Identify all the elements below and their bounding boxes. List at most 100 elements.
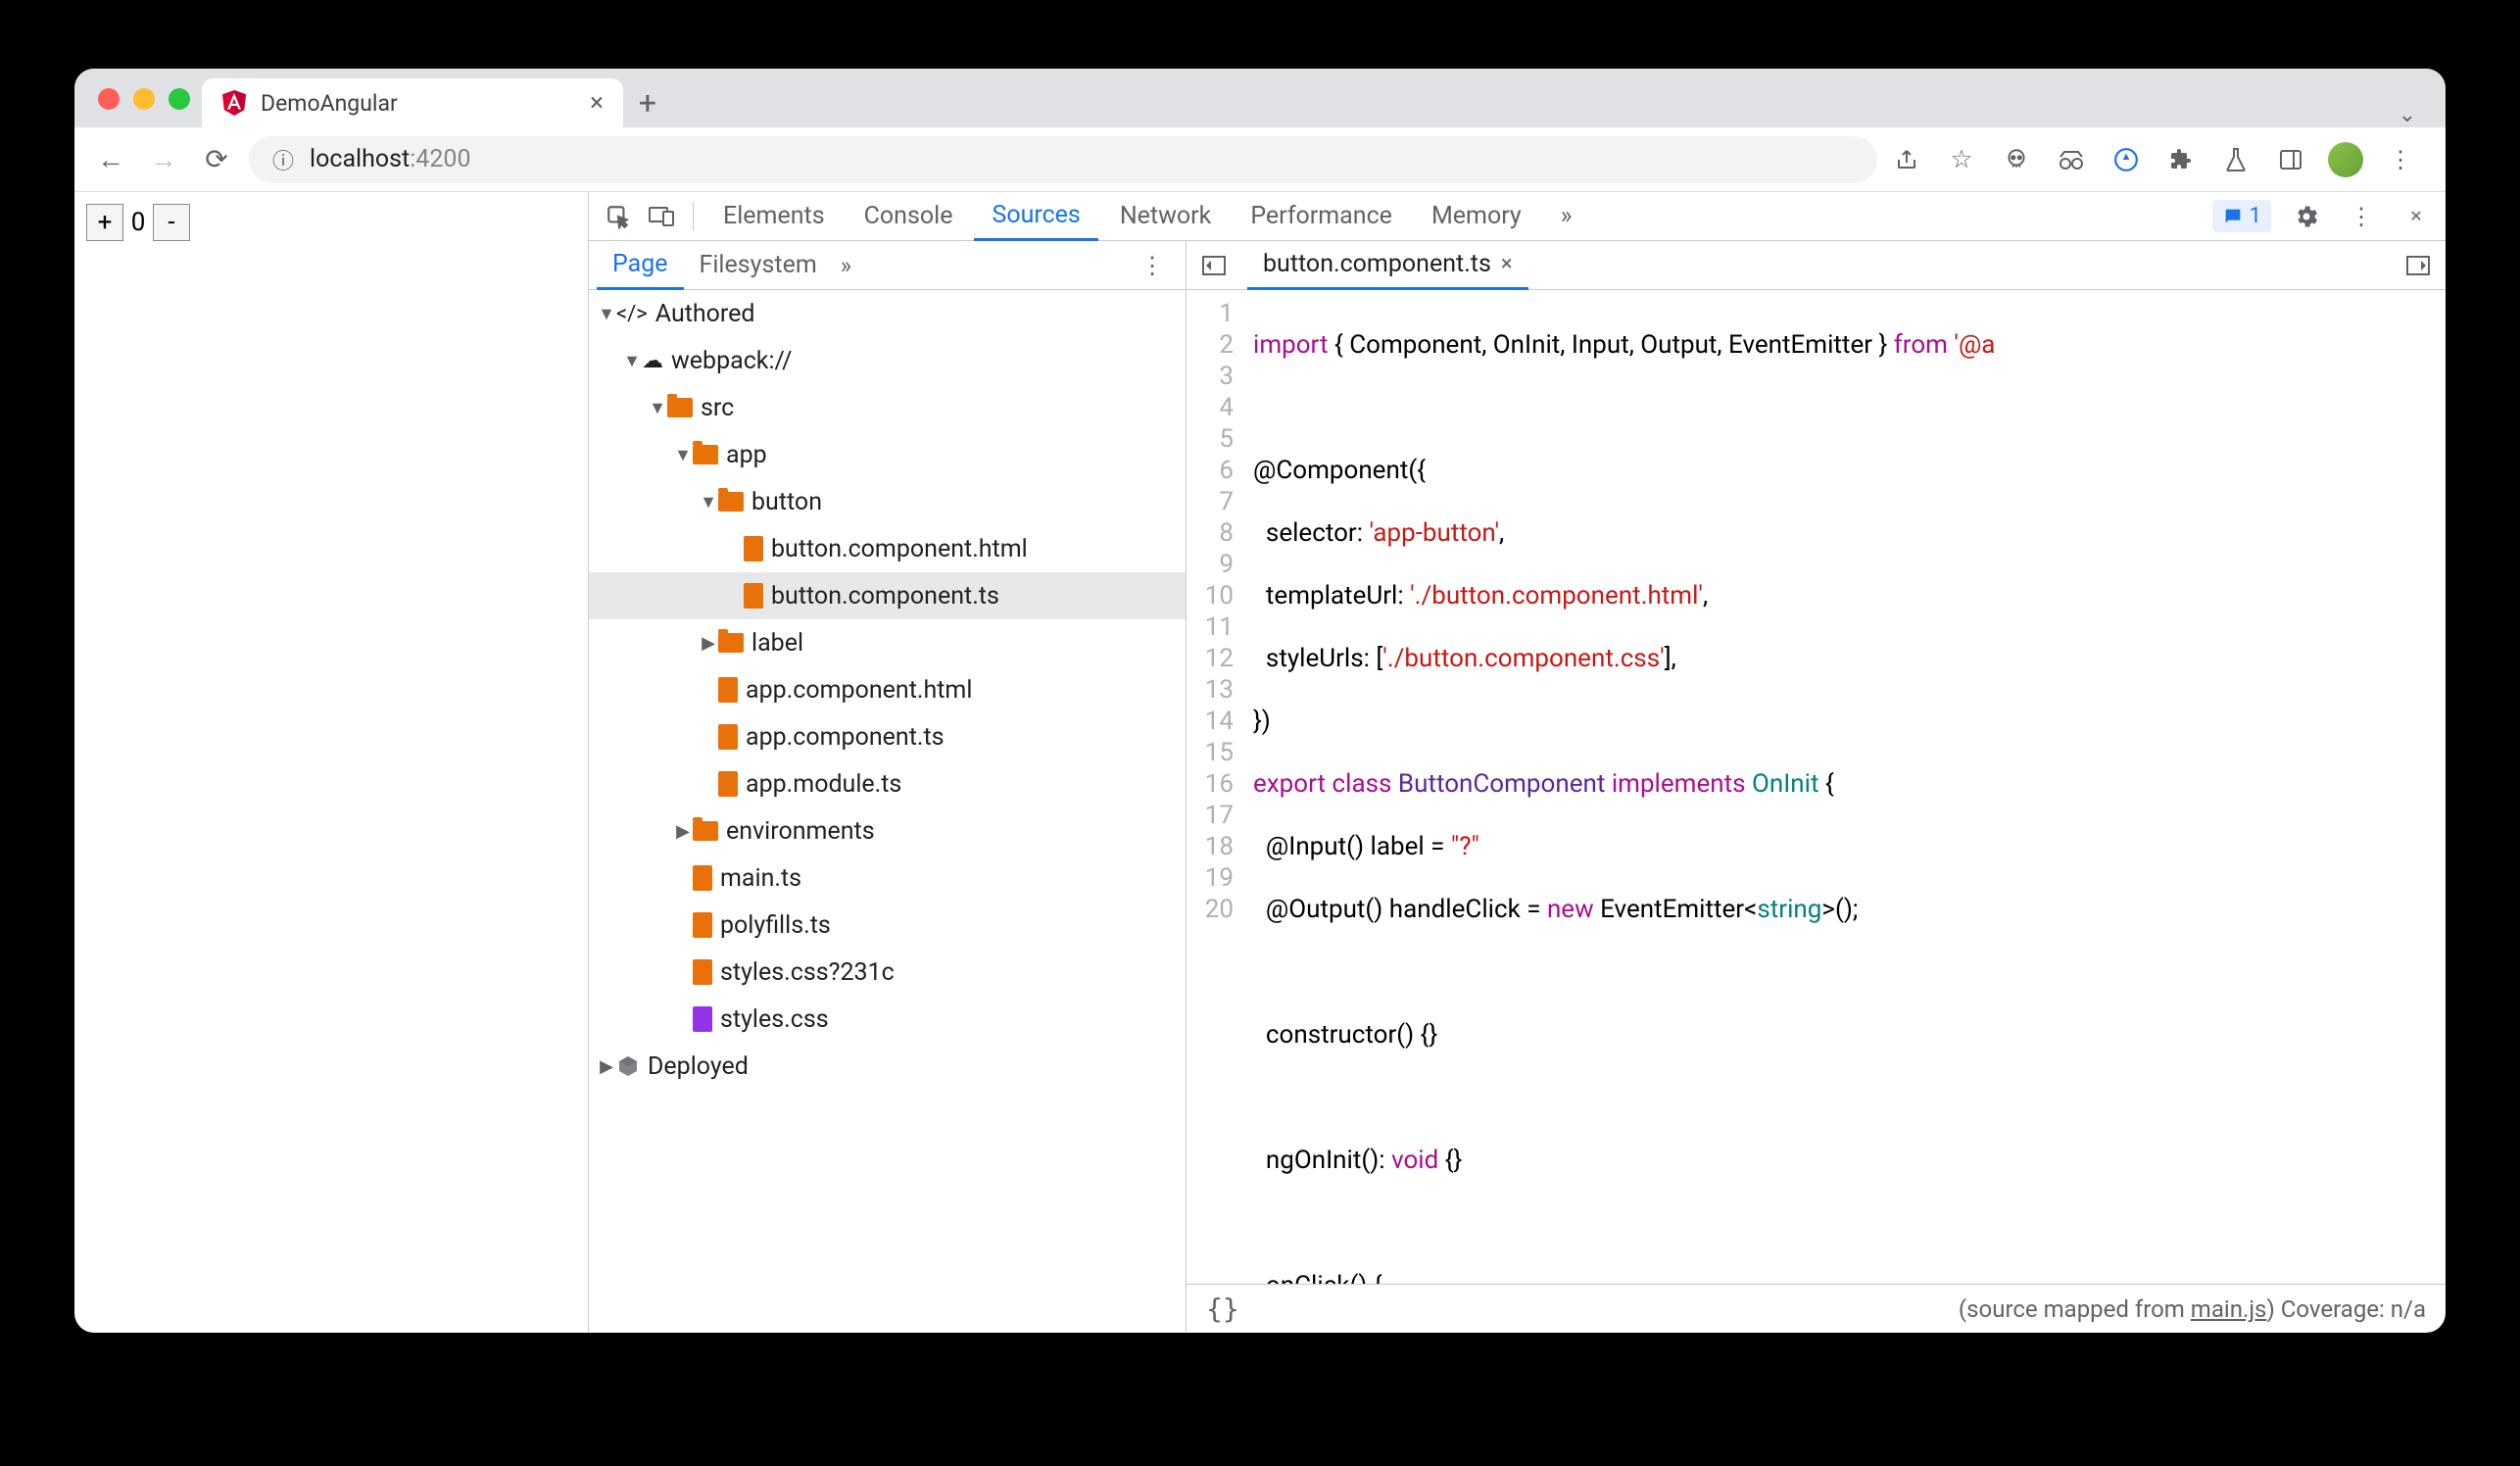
- tree-file-polyfills[interactable]: polyfills.ts: [589, 902, 1186, 949]
- tree-file-button-ts[interactable]: button.component.ts: [589, 572, 1186, 619]
- chrome-menu-button[interactable]: ⋮: [2383, 142, 2418, 177]
- code-area[interactable]: import { Component, OnInit, Input, Outpu…: [1245, 290, 2446, 1284]
- tree-file-main-ts[interactable]: main.ts: [589, 855, 1186, 902]
- file-tree: ▼</>Authored ▼☁webpack:// ▼src ▼app ▼but…: [589, 290, 1186, 1333]
- browser-tab[interactable]: DemoAngular ×: [202, 78, 623, 127]
- editor-panel: button.component.ts × 123456789101112131…: [1187, 241, 2446, 1333]
- angular-icon: [221, 90, 247, 116]
- tabs-menu-button[interactable]: ⌄: [2399, 103, 2416, 127]
- tree-file-styles-query[interactable]: styles.css?231c: [589, 949, 1186, 996]
- close-tab-button[interactable]: ×: [590, 88, 604, 118]
- toggle-navigator-icon[interactable]: [1194, 246, 1234, 285]
- tab-performance[interactable]: Performance: [1233, 192, 1410, 241]
- nav-tab-page[interactable]: Page: [597, 241, 684, 290]
- file-icon: [718, 771, 738, 797]
- editor-tab-button-ts[interactable]: button.component.ts ×: [1247, 241, 1528, 290]
- devtools-toolbar: Elements Console Sources Network Perform…: [589, 192, 2446, 241]
- sources-panel: Page Filesystem » ⋮ ▼</>Authored ▼☁webpa…: [589, 241, 2446, 1333]
- file-icon: [693, 912, 712, 938]
- tree-file-app-html[interactable]: app.component.html: [589, 666, 1186, 713]
- cube-icon: [616, 1054, 640, 1078]
- side-panel-icon[interactable]: [2273, 142, 2308, 177]
- tree-group-deployed[interactable]: ▶Deployed: [589, 1043, 1186, 1090]
- code-icon: </>: [616, 302, 648, 326]
- extensions-puzzle-icon[interactable]: [2163, 142, 2199, 177]
- address-bar: ← → ⟳ ⓘ localhost:4200 ☆ ⋮: [74, 127, 2446, 192]
- more-tabs-button[interactable]: »: [1543, 192, 1590, 241]
- bookmark-icon[interactable]: ☆: [1944, 142, 1979, 177]
- device-toolbar-icon[interactable]: [642, 197, 681, 236]
- tree-folder-environments[interactable]: ▶environments: [589, 807, 1186, 855]
- tree-node-webpack[interactable]: ▼☁webpack://: [589, 337, 1186, 384]
- close-window-button[interactable]: [98, 88, 120, 110]
- navigator-panel: Page Filesystem » ⋮ ▼</>Authored ▼☁webpa…: [589, 241, 1187, 1333]
- folder-icon: [693, 821, 718, 841]
- tree-folder-label[interactable]: ▶label: [589, 619, 1186, 666]
- file-icon: [744, 536, 763, 562]
- line-gutter: 1234567891011121314151617181920: [1187, 290, 1245, 1284]
- tree-folder-app[interactable]: ▼app: [589, 431, 1186, 478]
- address-input[interactable]: ⓘ localhost:4200: [249, 136, 1877, 183]
- reload-button[interactable]: ⟳: [196, 139, 237, 180]
- site-info-icon[interactable]: ⓘ: [272, 144, 294, 175]
- toggle-debugger-icon[interactable]: [2399, 255, 2438, 276]
- tree-file-styles[interactable]: styles.css: [589, 996, 1186, 1043]
- source-map-link[interactable]: main.js: [2191, 1295, 2267, 1323]
- inspect-element-icon[interactable]: [599, 197, 638, 236]
- folder-icon: [718, 633, 744, 653]
- tab-memory[interactable]: Memory: [1414, 192, 1539, 241]
- tree-group-authored[interactable]: ▼</>Authored: [589, 290, 1186, 337]
- rendered-page: + 0 -: [74, 192, 589, 1333]
- code-editor[interactable]: 1234567891011121314151617181920 import {…: [1187, 290, 2446, 1284]
- tree-file-app-module[interactable]: app.module.ts: [589, 760, 1186, 807]
- file-icon: [718, 724, 738, 750]
- maximize-window-button[interactable]: [169, 88, 190, 110]
- tree-file-app-ts[interactable]: app.component.ts: [589, 713, 1186, 760]
- file-icon: [693, 865, 712, 891]
- tab-network[interactable]: Network: [1102, 192, 1229, 241]
- profile-avatar[interactable]: [2328, 142, 2363, 177]
- tab-console[interactable]: Console: [847, 192, 971, 241]
- tree-folder-button[interactable]: ▼button: [589, 478, 1186, 525]
- chat-icon: [2222, 206, 2244, 227]
- nav-more-tabs[interactable]: »: [841, 252, 851, 279]
- tab-elements[interactable]: Elements: [705, 192, 843, 241]
- new-tab-button[interactable]: +: [623, 78, 672, 127]
- extension-skull-icon[interactable]: [1999, 142, 2034, 177]
- issues-badge[interactable]: 1: [2212, 200, 2271, 232]
- extension-incognito-icon[interactable]: [2054, 142, 2089, 177]
- toolbar-divider: [693, 202, 694, 231]
- nav-tab-filesystem[interactable]: Filesystem: [684, 241, 833, 290]
- tab-sources[interactable]: Sources: [974, 192, 1097, 241]
- cloud-icon: ☁: [642, 349, 663, 373]
- toolbar-extensions: ☆ ⋮: [1889, 142, 2430, 177]
- window-controls: [98, 88, 190, 110]
- extension-axe-icon[interactable]: [2108, 142, 2144, 177]
- devtools: Elements Console Sources Network Perform…: [589, 192, 2446, 1333]
- close-editor-tab-button[interactable]: ×: [1501, 252, 1513, 276]
- browser-window: DemoAngular × + ⌄ ← → ⟳ ⓘ localhost:4200…: [74, 69, 2446, 1333]
- content-area: + 0 - Elements Console Sources Network P…: [74, 192, 2446, 1333]
- devtools-menu-button[interactable]: ⋮: [2342, 197, 2381, 236]
- settings-gear-icon[interactable]: [2287, 197, 2326, 236]
- tree-folder-src[interactable]: ▼src: [589, 384, 1186, 431]
- url-host: localhost:4200: [310, 145, 470, 173]
- file-icon: [693, 959, 712, 985]
- close-devtools-button[interactable]: ✕: [2397, 197, 2436, 236]
- forward-button[interactable]: →: [143, 139, 184, 180]
- extension-flask-icon[interactable]: [2218, 142, 2253, 177]
- decrement-button[interactable]: -: [153, 204, 190, 241]
- back-button[interactable]: ←: [90, 139, 131, 180]
- editor-tabs: button.component.ts ×: [1187, 241, 2446, 290]
- tab-title: DemoAngular: [261, 90, 398, 117]
- tree-file-button-html[interactable]: button.component.html: [589, 525, 1186, 572]
- nav-menu-button[interactable]: ⋮: [1127, 252, 1178, 279]
- share-icon[interactable]: [1889, 142, 1924, 177]
- file-icon: [693, 1006, 712, 1032]
- file-icon: [718, 677, 738, 703]
- folder-icon: [718, 492, 744, 512]
- folder-icon: [667, 398, 693, 417]
- increment-button[interactable]: +: [86, 204, 123, 241]
- minimize-window-button[interactable]: [133, 88, 155, 110]
- pretty-print-button[interactable]: {}: [1206, 1293, 1239, 1325]
